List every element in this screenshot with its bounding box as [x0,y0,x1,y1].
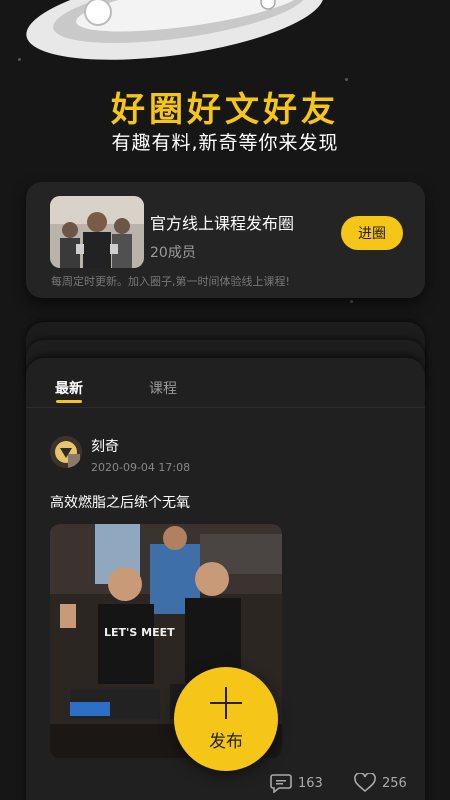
publish-label: 发布 [209,732,243,752]
star-dot [345,78,348,81]
star-dot [18,58,21,61]
publish-button[interactable]: 发布 [174,667,278,771]
post-timestamp: 2020-09-04 17:08 [91,461,191,474]
feed-tabs: 最新 课程 [26,358,425,408]
star-dot [350,300,353,303]
circle-thumbnail [50,196,144,268]
like-count: 256 [382,775,407,791]
comment-icon [270,774,292,793]
join-circle-button[interactable]: 进圈 [341,216,403,250]
circle-name: 官方线上课程发布圈 [150,214,295,233]
post-author[interactable]: 刻奇 [91,436,119,456]
tab-courses[interactable]: 课程 [149,378,177,398]
circle-member-count: 20成员 [150,245,196,261]
hero-title: 好圈好文好友 [111,90,339,130]
avatar[interactable] [50,436,82,468]
circle-description: 每周定时更新。加入圈子,第一时间体验线上课程! [51,275,290,288]
like-button[interactable]: 256 [354,773,407,793]
circle-card[interactable]: 官方线上课程发布圈 20成员 进圈 每周定时更新。加入圈子,第一时间体验线上课程… [26,182,425,298]
plus-icon [210,687,242,719]
hero-subtitle: 有趣有料,新奇等你来发现 [111,132,339,154]
comment-count: 163 [298,775,323,791]
post-text[interactable]: 高效燃脂之后练个无氧 [50,492,190,512]
tab-latest[interactable]: 最新 [55,378,83,398]
heart-icon [354,773,376,793]
planet-decoration [26,0,324,60]
comment-button[interactable]: 163 [270,773,323,793]
photo-shirt-text: LET'S MEET [104,626,175,639]
active-tab-indicator [56,400,82,403]
